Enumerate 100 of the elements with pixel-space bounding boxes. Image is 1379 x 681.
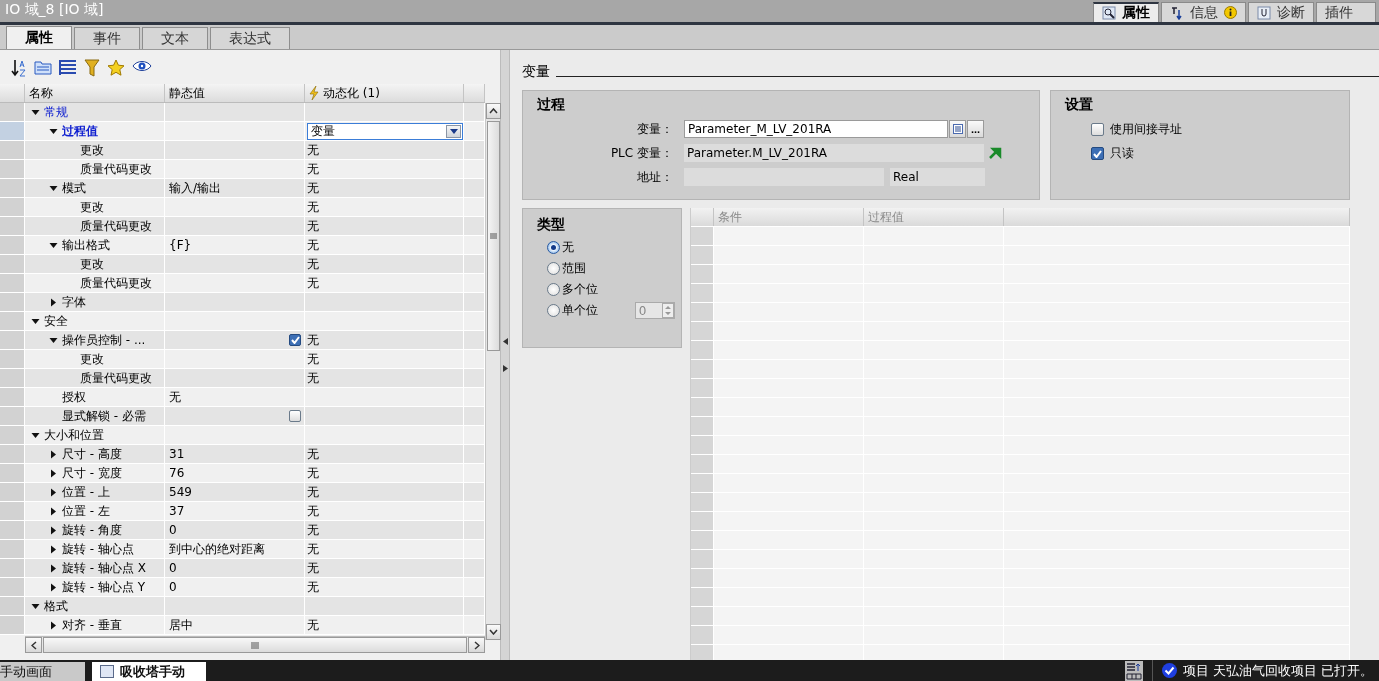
expand-arrow-icon[interactable] (49, 563, 58, 573)
editor-tab[interactable]: 属性 (6, 26, 72, 49)
grid-row[interactable]: 质量代码更改 无 (0, 217, 485, 236)
grid-row[interactable]: 安全 (0, 312, 485, 331)
expand-arrow-icon[interactable] (49, 525, 58, 535)
grid-row[interactable]: 位置 - 左 37 无 (0, 502, 485, 521)
expand-arrow-icon[interactable] (31, 107, 40, 117)
list-icon[interactable] (59, 59, 77, 75)
inspector-tab[interactable]: 诊断 (1248, 2, 1314, 22)
expand-arrow-icon[interactable] (49, 297, 58, 307)
list-button[interactable] (949, 120, 966, 138)
grid-row[interactable]: 过程值 变量 (0, 122, 485, 141)
grid-row[interactable]: 尺寸 - 高度 31 无 (0, 445, 485, 464)
expand-arrow-icon[interactable] (49, 126, 58, 136)
expand-arrow-icon[interactable] (49, 620, 58, 630)
checkbox[interactable] (1091, 147, 1104, 160)
scroll-right-button[interactable] (468, 637, 485, 653)
arrow-icon[interactable] (988, 146, 1002, 160)
dynamic-value: 无 (307, 616, 319, 634)
scroll-up-button[interactable] (486, 103, 501, 119)
inspector-tab[interactable]: 插件 (1316, 2, 1376, 22)
grid-row[interactable]: 显式解锁 - 必需 (0, 407, 485, 426)
inspector-tab[interactable]: 信息 (1161, 2, 1246, 22)
group-folder-icon[interactable] (34, 59, 52, 75)
grid-row[interactable]: 模式 输入/输出 无 (0, 179, 485, 198)
browse-button[interactable]: ... (967, 120, 984, 138)
expand-arrow-icon[interactable] (49, 449, 58, 459)
grid-row[interactable]: 旋转 - 角度 0 无 (0, 521, 485, 540)
expand-arrow-icon[interactable] (49, 335, 58, 345)
grid-row[interactable]: 更改 无 (0, 198, 485, 217)
panel-title: 过程 (536, 95, 566, 114)
inspector-tab[interactable]: 属性 (1093, 2, 1159, 22)
radio-button[interactable] (547, 304, 560, 317)
sort-az-icon[interactable] (11, 59, 27, 77)
dynamic-value: 无 (307, 445, 319, 463)
expand-arrow-icon[interactable] (31, 430, 40, 440)
property-name: 输出格式 (62, 236, 110, 254)
caret-icon (449, 128, 458, 134)
expand-arrow-icon[interactable] (49, 544, 58, 554)
grid-row[interactable]: 字体 (0, 293, 485, 312)
row-header (0, 312, 25, 330)
grid-row[interactable]: 更改 无 (0, 141, 485, 160)
row-header (0, 293, 25, 311)
grid-row[interactable]: 操作员控制 - ... 无 (0, 331, 485, 350)
collapse-right-icon[interactable] (502, 365, 508, 372)
filter-icon[interactable] (84, 59, 100, 77)
expand-arrow-icon[interactable] (49, 506, 58, 516)
grid-row[interactable]: 授权 无 (0, 388, 485, 407)
scroll-thumb[interactable] (487, 121, 500, 351)
expand-arrow-icon[interactable] (49, 183, 58, 193)
grid-row[interactable]: 旋转 - 轴心点 到中心的绝对距离 无 (0, 540, 485, 559)
dynamic-value: 无 (307, 502, 319, 520)
grid-row[interactable]: 输出格式 {F} 无 (0, 236, 485, 255)
radio-button[interactable] (547, 262, 560, 275)
column-header: 动态化 (1) (323, 84, 380, 102)
grid-row[interactable]: 位置 - 上 549 无 (0, 483, 485, 502)
expand-arrow-icon[interactable] (31, 316, 40, 326)
grid-row[interactable]: 更改 无 (0, 350, 485, 369)
dynamic-value: 无 (307, 198, 319, 216)
checkbox-label: 使用间接寻址 (1110, 121, 1182, 138)
checkbox[interactable] (289, 334, 301, 346)
checkbox[interactable] (1091, 123, 1104, 136)
spin-field: 0 (634, 302, 675, 319)
editor-tab[interactable]: 表达式 (210, 27, 290, 49)
screen-icon (100, 665, 114, 678)
grid-row[interactable]: 质量代码更改 无 (0, 369, 485, 388)
collapse-left-icon[interactable] (502, 338, 508, 345)
grid-row[interactable]: 常规 (0, 103, 485, 122)
radio-button[interactable] (547, 241, 560, 254)
variable-field[interactable]: Parameter_M_LV_201RA (684, 120, 948, 138)
radio-label: 多个位 (562, 281, 598, 298)
grid-row[interactable]: 旋转 - 轴心点 X 0 无 (0, 559, 485, 578)
grid-row[interactable]: 格式 (0, 597, 485, 616)
vertical-scrollbar[interactable] (485, 103, 500, 640)
grid-row[interactable]: 质量代码更改 无 (0, 274, 485, 293)
radio-button[interactable] (547, 283, 560, 296)
dropdown-field[interactable]: 变量 (307, 122, 463, 140)
expand-arrow-icon[interactable] (49, 240, 58, 250)
dynamic-value: 无 (307, 179, 319, 197)
checkbox[interactable] (289, 410, 301, 422)
splitter-handle[interactable] (502, 338, 508, 372)
expand-arrow-icon[interactable] (49, 468, 58, 478)
grid-row[interactable]: 对齐 - 垂直 居中 无 (0, 616, 485, 635)
editor-tab[interactable]: 手动画面 (0, 662, 85, 681)
grid-row[interactable]: 大小和位置 (0, 426, 485, 445)
scroll-down-button[interactable] (486, 624, 501, 640)
editor-tab[interactable]: 文本 (142, 27, 208, 49)
expand-arrow-icon[interactable] (31, 601, 40, 611)
expand-arrow-icon[interactable] (49, 487, 58, 497)
eye-icon[interactable] (132, 59, 152, 73)
grid-row[interactable]: 更改 无 (0, 255, 485, 274)
row-header (0, 369, 25, 387)
star-icon[interactable] (107, 59, 125, 76)
grid-row[interactable]: 尺寸 - 宽度 76 无 (0, 464, 485, 483)
editor-tab[interactable]: 事件 (74, 27, 140, 49)
scroll-left-button[interactable] (25, 637, 42, 653)
grid-row[interactable]: 旋转 - 轴心点 Y 0 无 (0, 578, 485, 597)
grid-row[interactable]: 质量代码更改 无 (0, 160, 485, 179)
expand-arrow-icon[interactable] (49, 582, 58, 592)
editor-tab[interactable]: 吸收塔手动 (92, 662, 206, 681)
